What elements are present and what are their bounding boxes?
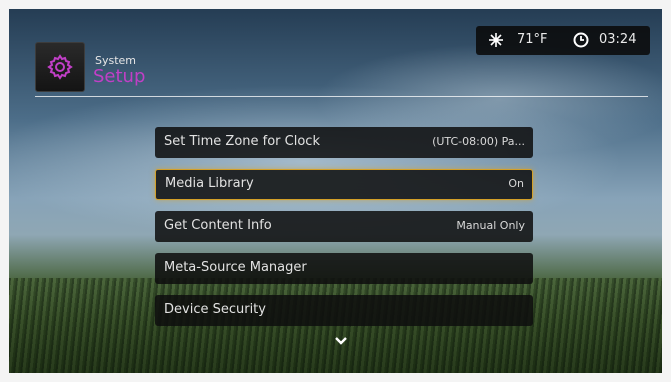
chevron-down-icon[interactable]: [334, 331, 348, 350]
sun-icon: [488, 32, 504, 52]
status-bar: 71°F 03:24: [476, 26, 650, 55]
clock-icon: [573, 32, 589, 52]
menu-item-value: On: [508, 177, 524, 190]
page-title: Setup: [93, 66, 146, 87]
menu-item-label: Get Content Info: [164, 218, 272, 233]
menu-item-value: Manual Only: [456, 219, 525, 232]
menu-item-meta-source-manager[interactable]: Meta-Source Manager: [155, 253, 533, 284]
header-divider: [35, 96, 648, 97]
menu-item-label: Device Security: [164, 302, 266, 317]
clock-time: 03:24: [599, 32, 637, 47]
menu-item-label: Set Time Zone for Clock: [164, 134, 320, 149]
setup-menu: Set Time Zone for Clock (UTC-08:00) Pa..…: [155, 127, 533, 337]
app-frame: System Setup 71°F 03:24 Set Time Zone fo…: [0, 0, 671, 382]
menu-item-media-library[interactable]: Media Library On: [155, 169, 533, 200]
menu-item-label: Media Library: [165, 176, 254, 191]
menu-item-time-zone[interactable]: Set Time Zone for Clock (UTC-08:00) Pa..…: [155, 127, 533, 158]
temperature-text: 71°F: [517, 32, 548, 47]
menu-item-content-info[interactable]: Get Content Info Manual Only: [155, 211, 533, 242]
menu-item-device-security[interactable]: Device Security: [155, 295, 533, 326]
setup-screen: System Setup 71°F 03:24 Set Time Zone fo…: [9, 9, 662, 373]
menu-item-label: Meta-Source Manager: [164, 260, 307, 275]
menu-item-value: (UTC-08:00) Pa...: [432, 135, 525, 148]
gear-icon: [35, 42, 85, 92]
